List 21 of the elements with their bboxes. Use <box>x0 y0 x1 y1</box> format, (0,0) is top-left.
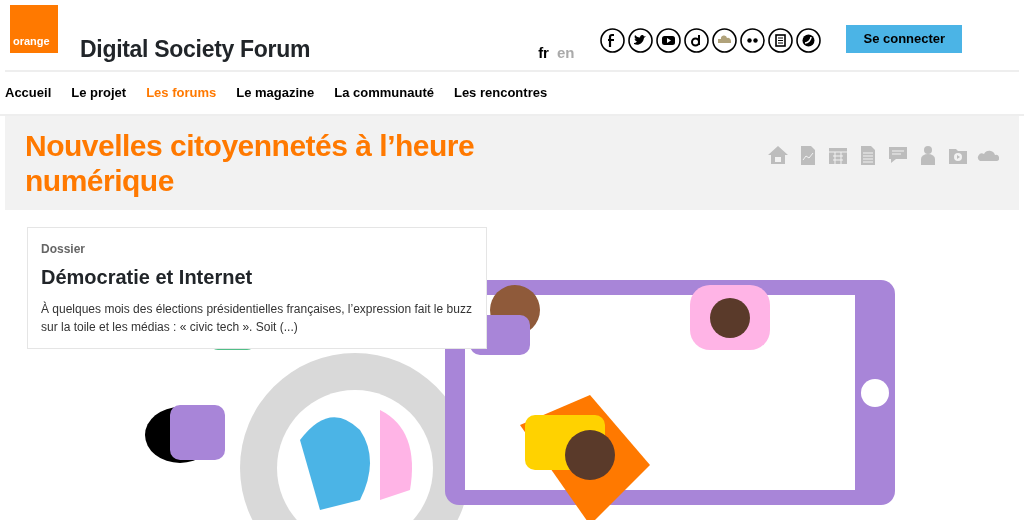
article-card[interactable]: Dossier Démocratie et Internet À quelques mois des élections présidentielles françaises, l’expression fait le buzz sur la toile et les médias : « civic tech ». Soit (...) <box>27 226 487 349</box>
nav-link[interactable]: Accueil <box>5 83 52 103</box>
document-icon[interactable] <box>768 28 794 53</box>
article-excerpt: À quelques mois des élections présidentielles françaises, l’expression fait le buzz sur la toile et les médias : « civic tech ». Soit (...) <box>41 300 473 336</box>
article-category: Dossier <box>41 240 87 258</box>
login-button[interactable]: Se connecter <box>846 25 963 53</box>
dots-icon[interactable] <box>740 28 766 53</box>
article-title[interactable]: Démocratie et Internet <box>41 261 473 292</box>
language-link[interactable]: fr <box>538 42 549 70</box>
page-title: Nouvelles citoyennetés à l’heure numérique <box>25 127 476 198</box>
video-icon[interactable] <box>656 28 682 53</box>
nav-link[interactable]: Le magazine <box>236 83 315 103</box>
cloud-icon[interactable] <box>712 28 738 53</box>
letter-d-icon[interactable] <box>684 28 710 53</box>
twitter-icon[interactable] <box>628 28 654 53</box>
facebook-icon[interactable] <box>600 28 626 53</box>
nav-link[interactable]: La communauté <box>334 83 434 103</box>
nav-link[interactable]: Le projet <box>71 83 127 103</box>
nav-link[interactable]: Les rencontres <box>453 83 548 103</box>
swirl-icon[interactable] <box>796 28 822 53</box>
site-title: Digital Society Forum <box>80 35 311 64</box>
